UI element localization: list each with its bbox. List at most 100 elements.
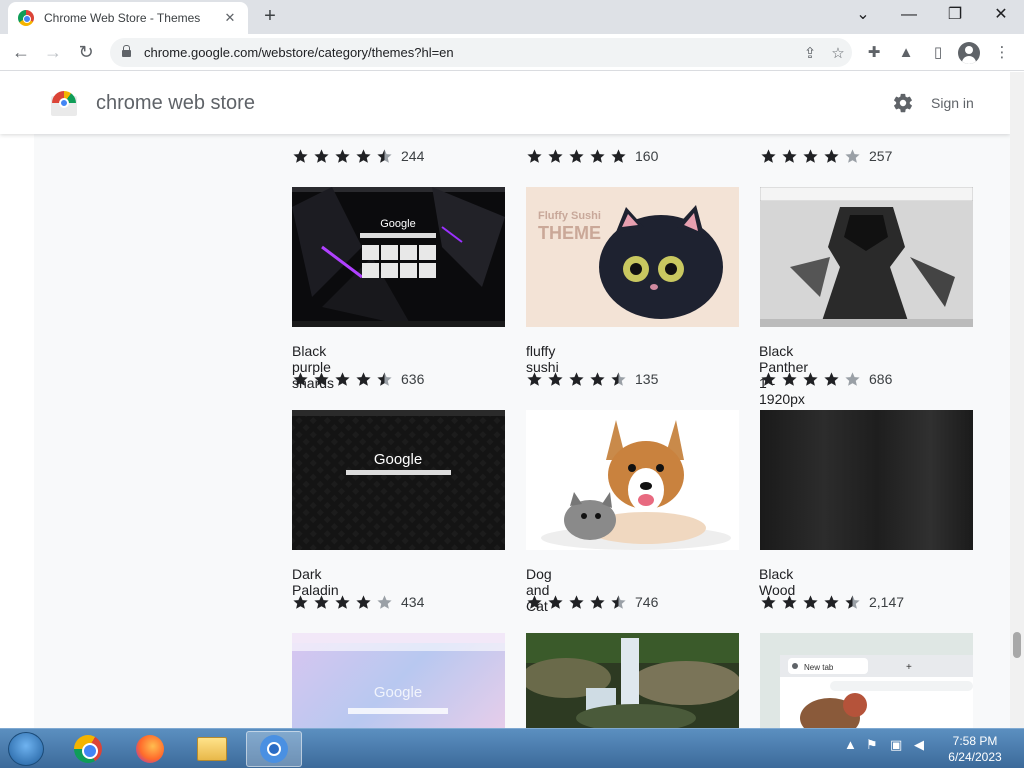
- thumb-fluffy-theme: THEME: [538, 223, 601, 243]
- rating-row: 2,147: [760, 592, 904, 612]
- pastel-art: Google: [292, 633, 505, 714]
- star-rating: [760, 148, 865, 165]
- star-icon: [845, 148, 860, 163]
- theme-thumbnail-pastel[interactable]: Google: [292, 633, 505, 728]
- rating-count: 244: [401, 148, 425, 164]
- star-rating: [526, 371, 631, 388]
- theme-thumbnail-dog-and-cat[interactable]: [526, 410, 739, 550]
- taskbar-firefox[interactable]: [122, 731, 178, 767]
- taskbar-clock[interactable]: 7:58 PM 6/24/2023: [940, 733, 1010, 765]
- star-icon: [782, 594, 797, 609]
- star-icon: [845, 371, 860, 386]
- tray-volume-icon[interactable]: ◀: [914, 737, 924, 753]
- reload-icon[interactable]: ↻: [73, 40, 99, 66]
- close-tab-icon[interactable]: ✕: [222, 10, 238, 26]
- rating-count: 2,147: [869, 594, 905, 610]
- folder-icon: [197, 737, 227, 761]
- scrollbar-thumb[interactable]: [1013, 632, 1021, 658]
- share-icon[interactable]: ⇪: [796, 44, 824, 62]
- star-rating: [292, 594, 397, 611]
- browser-tab[interactable]: Chrome Web Store - Themes ✕: [8, 2, 248, 34]
- star-icon: [335, 371, 350, 386]
- star-icon: [611, 148, 626, 163]
- restore-button[interactable]: ❐: [940, 4, 970, 28]
- tab-search-icon[interactable]: ⌄: [848, 4, 878, 28]
- side-panel-icon[interactable]: ▯: [926, 41, 950, 65]
- star-icon: [293, 371, 308, 386]
- store-title[interactable]: chrome web store: [96, 92, 255, 115]
- sign-in-link[interactable]: Sign in: [931, 95, 974, 111]
- close-window-button[interactable]: ✕: [986, 4, 1016, 28]
- taskbar-explorer[interactable]: [184, 731, 240, 767]
- vertical-scrollbar[interactable]: [1010, 72, 1024, 728]
- rating-row: 244: [292, 146, 424, 166]
- theme-thumbnail-cartoon[interactable]: New tab +: [760, 633, 973, 728]
- minimize-button[interactable]: —: [894, 4, 924, 28]
- tray-network-icon[interactable]: ▣: [890, 737, 902, 753]
- star-icon: [335, 594, 350, 609]
- clock-date: 6/24/2023: [948, 750, 1002, 764]
- star-icon: [824, 594, 839, 609]
- rating-count: 686: [869, 371, 893, 387]
- star-icon: [803, 594, 818, 609]
- thumb-fluffy-title: Fluffy Sushi: [538, 210, 601, 222]
- extensions-puzzle-icon[interactable]: ✚: [862, 41, 886, 65]
- rating-count: 257: [869, 148, 893, 164]
- forward-icon[interactable]: →: [40, 40, 66, 66]
- menu-kebab-icon[interactable]: ⋮: [990, 41, 1014, 65]
- windows-taskbar: ▲ ⚑ ▣ ◀ 7:58 PM 6/24/2023: [0, 728, 1024, 768]
- panther-art: [760, 187, 973, 327]
- paladin-art: Google: [292, 410, 505, 550]
- star-rating: [760, 594, 865, 611]
- profile-avatar-icon[interactable]: [958, 42, 980, 64]
- windows-start-icon[interactable]: [8, 732, 44, 766]
- rating-row: 257: [760, 146, 892, 166]
- bookmark-star-icon[interactable]: ☆: [824, 44, 852, 62]
- theme-thumbnail-fluffy-sushi[interactable]: Fluffy Sushi THEME: [526, 187, 739, 327]
- star-icon: [761, 148, 776, 163]
- back-icon[interactable]: ←: [8, 40, 34, 66]
- star-icon: [611, 594, 626, 609]
- star-icon: [377, 594, 392, 609]
- star-rating: [526, 594, 631, 611]
- star-icon: [293, 594, 308, 609]
- star-icon: [356, 148, 371, 163]
- star-icon: [569, 594, 584, 609]
- taskbar-chrome[interactable]: [60, 731, 116, 767]
- star-icon: [377, 371, 392, 386]
- star-icon: [527, 594, 542, 609]
- theme-thumbnail-black-purple-shards[interactable]: Google: [292, 187, 505, 327]
- dog-cat-art: [541, 420, 731, 550]
- clock-time: 7:58 PM: [952, 734, 998, 748]
- star-icon: [314, 148, 329, 163]
- rating-count: 135: [635, 371, 659, 387]
- thumb-google-text: Google: [380, 218, 415, 230]
- star-icon: [761, 594, 776, 609]
- chromium-icon: [260, 735, 288, 763]
- star-icon: [314, 594, 329, 609]
- webstore-logo-icon[interactable]: [51, 90, 77, 116]
- waterfall-art: [526, 633, 739, 728]
- star-icon: [590, 371, 605, 386]
- theme-thumbnail-dark-paladin[interactable]: Google: [292, 410, 505, 550]
- tab-strip: Chrome Web Store - Themes ✕ + ⌄ — ❐ ✕: [0, 0, 1024, 34]
- address-bar[interactable]: chrome.google.com/webstore/category/them…: [110, 38, 852, 67]
- store-header: chrome web store Sign in: [0, 72, 1010, 134]
- theme-thumbnail-black-wood[interactable]: [760, 410, 973, 550]
- star-icon: [377, 148, 392, 163]
- new-tab-button[interactable]: +: [258, 5, 282, 29]
- lock-icon[interactable]: [122, 45, 131, 59]
- star-icon: [335, 148, 350, 163]
- taskbar-chromium[interactable]: [246, 731, 302, 767]
- theme-thumbnail-black-panther[interactable]: [760, 187, 973, 327]
- rating-count: 746: [635, 594, 659, 610]
- thumb-google-text: Google: [374, 451, 422, 468]
- url-text[interactable]: chrome.google.com/webstore/category/them…: [144, 45, 796, 60]
- rating-count: 160: [635, 148, 659, 164]
- rating-row: 686: [760, 369, 892, 389]
- gear-icon[interactable]: [892, 92, 914, 114]
- theme-thumbnail-waterfall[interactable]: [526, 633, 739, 728]
- tray-action-center-icon[interactable]: ⚑: [866, 737, 878, 753]
- tray-expand-icon[interactable]: ▲: [844, 737, 857, 752]
- labs-flask-icon[interactable]: ▲: [894, 41, 918, 65]
